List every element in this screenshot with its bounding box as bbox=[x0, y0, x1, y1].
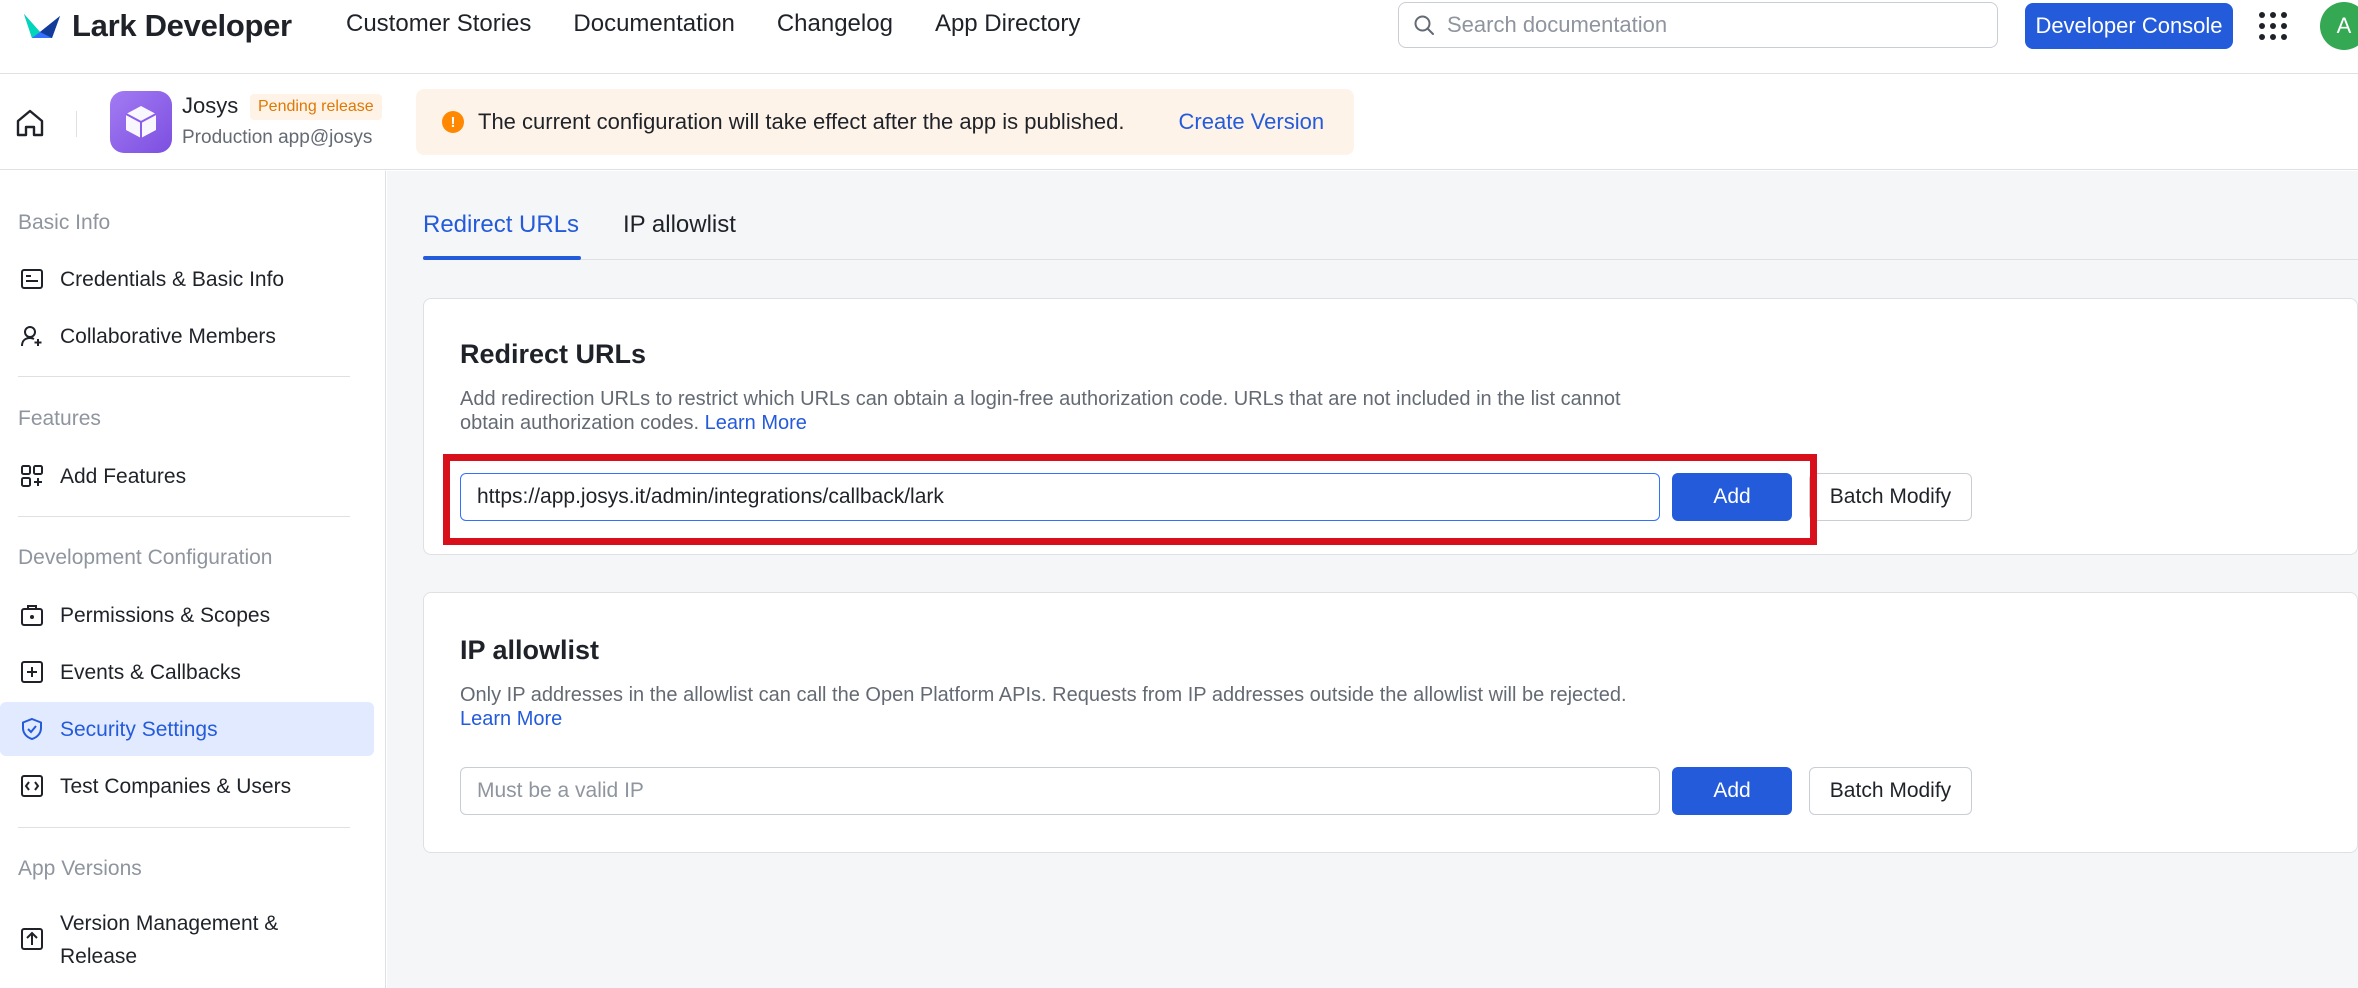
description-text: Only IP addresses in the allowlist can c… bbox=[460, 684, 1627, 706]
sidebar-item-label: Credentials & Basic Info bbox=[60, 267, 285, 291]
sidebar-section-development: Development Configuration bbox=[18, 546, 273, 569]
batch-modify-redirect-button[interactable]: Batch Modify bbox=[1809, 473, 1972, 521]
nav-changelog[interactable]: Changelog bbox=[777, 10, 893, 38]
sidebar-item-label: Events & Callbacks bbox=[60, 660, 241, 684]
sidebar-section-features: Features bbox=[18, 407, 101, 430]
ip-address-input[interactable] bbox=[477, 779, 1637, 803]
card-title: IP allowlist bbox=[460, 635, 600, 665]
events-icon bbox=[18, 658, 46, 686]
sidebar-item-label: Test Companies & Users bbox=[60, 774, 292, 798]
sidebar-item-label: Collaborative Members bbox=[60, 324, 276, 348]
search-box[interactable] bbox=[1398, 2, 1998, 48]
notice-text: The current configuration will take effe… bbox=[478, 109, 1125, 134]
sidebar-section-app-versions: App Versions bbox=[18, 857, 142, 880]
shield-icon bbox=[18, 715, 46, 743]
status-badge: Pending release bbox=[250, 94, 382, 120]
create-version-link[interactable]: Create Version bbox=[1179, 109, 1325, 135]
learn-more-link[interactable]: Learn More bbox=[705, 412, 807, 434]
brand-name: Lark Developer bbox=[72, 8, 292, 43]
warning-icon: ! bbox=[442, 111, 464, 133]
test-code-icon bbox=[18, 772, 46, 800]
redirect-url-field[interactable] bbox=[460, 473, 1660, 521]
add-features-icon bbox=[18, 462, 46, 490]
app-name: Josys bbox=[182, 93, 239, 118]
top-navbar: Lark Developer Customer Stories Document… bbox=[0, 0, 2358, 74]
avatar[interactable]: A bbox=[2320, 2, 2358, 50]
redirect-urls-card: Redirect URLs Add redirection URLs to re… bbox=[423, 298, 2358, 555]
sidebar-item-label: Version Management & Release bbox=[60, 912, 279, 968]
app-subtitle: Production app@josys bbox=[182, 127, 373, 148]
divider bbox=[76, 111, 77, 137]
home-icon[interactable] bbox=[14, 107, 46, 139]
tab-ip-allowlist[interactable]: IP allowlist bbox=[623, 211, 736, 239]
publish-notice: ! The current configuration will take ef… bbox=[416, 89, 1354, 155]
search-input[interactable] bbox=[1447, 12, 1967, 38]
sidebar-item-label: Add Features bbox=[60, 464, 187, 488]
tab-bar: Redirect URLs IP allowlist bbox=[423, 171, 2358, 260]
divider bbox=[18, 827, 350, 828]
upload-icon bbox=[18, 925, 46, 953]
sidebar-item-test-companies[interactable]: Test Companies & Users bbox=[0, 759, 374, 813]
nav-app-directory[interactable]: App Directory bbox=[935, 10, 1080, 38]
divider bbox=[18, 516, 350, 517]
main-nav: Customer Stories Documentation Changelog… bbox=[346, 10, 1080, 38]
sidebar-item-permissions[interactable]: Permissions & Scopes bbox=[0, 588, 374, 642]
credentials-icon bbox=[18, 265, 46, 293]
sidebar: Basic Info Credentials & Basic Info Coll… bbox=[0, 171, 386, 988]
nav-documentation[interactable]: Documentation bbox=[573, 10, 734, 38]
sidebar-item-events[interactable]: Events & Callbacks bbox=[0, 645, 374, 699]
permissions-icon bbox=[18, 601, 46, 629]
description-text: Add redirection URLs to restrict which U… bbox=[460, 388, 1621, 434]
sidebar-item-version-management[interactable]: Version Management & Release bbox=[0, 901, 374, 979]
sidebar-item-security[interactable]: Security Settings bbox=[0, 702, 374, 756]
tab-redirect-urls[interactable]: Redirect URLs bbox=[423, 211, 579, 239]
sidebar-item-add-features[interactable]: Add Features bbox=[0, 449, 374, 503]
sidebar-item-label: Permissions & Scopes bbox=[60, 603, 271, 627]
active-tab-indicator bbox=[423, 256, 581, 260]
search-icon bbox=[1414, 15, 1434, 35]
app-header: Josys Pending release Production app@jos… bbox=[0, 75, 2358, 170]
developer-console-button[interactable]: Developer Console bbox=[2025, 3, 2233, 49]
sidebar-item-label: Security Settings bbox=[60, 717, 218, 741]
redirect-url-input[interactable] bbox=[477, 485, 1637, 509]
add-redirect-url-button[interactable]: Add bbox=[1672, 473, 1792, 521]
batch-modify-ip-button[interactable]: Batch Modify bbox=[1809, 767, 1972, 815]
main-content: Redirect URLs IP allowlist Redirect URLs… bbox=[387, 171, 2358, 988]
apps-grid-icon[interactable] bbox=[2259, 12, 2287, 40]
add-member-icon bbox=[18, 322, 46, 350]
learn-more-link[interactable]: Learn More bbox=[460, 708, 562, 730]
divider bbox=[18, 376, 350, 377]
brand[interactable]: Lark Developer bbox=[22, 6, 292, 46]
ip-address-field[interactable] bbox=[460, 767, 1660, 815]
sidebar-item-credentials[interactable]: Credentials & Basic Info bbox=[0, 252, 374, 306]
app-cube-icon bbox=[110, 91, 172, 153]
ip-allowlist-card: IP allowlist Only IP addresses in the al… bbox=[423, 592, 2358, 853]
card-description: Only IP addresses in the allowlist can c… bbox=[460, 683, 1680, 731]
sidebar-section-basic-info: Basic Info bbox=[18, 211, 111, 234]
sidebar-item-members[interactable]: Collaborative Members bbox=[0, 309, 374, 363]
nav-customer-stories[interactable]: Customer Stories bbox=[346, 10, 531, 38]
card-title: Redirect URLs bbox=[460, 339, 647, 369]
add-ip-button[interactable]: Add bbox=[1672, 767, 1792, 815]
card-description: Add redirection URLs to restrict which U… bbox=[460, 387, 1680, 435]
lark-logo-icon bbox=[24, 14, 60, 38]
